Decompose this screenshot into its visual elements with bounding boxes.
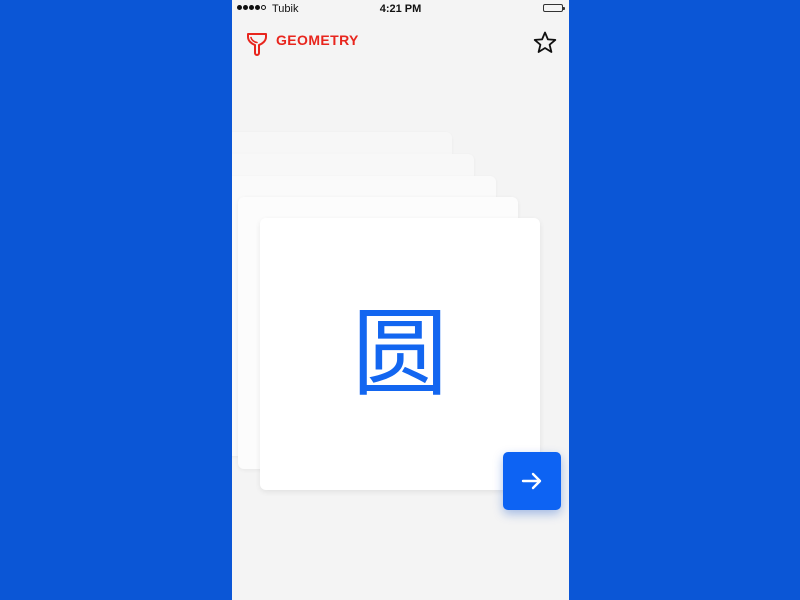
next-button[interactable] [503, 452, 561, 510]
arrow-right-icon [521, 472, 542, 490]
status-time: 4:21 PM [379, 3, 422, 15]
star-icon[interactable] [532, 30, 558, 56]
funnel-icon [247, 33, 267, 56]
flashcard[interactable]: 圆 [260, 218, 540, 490]
battery-icon [543, 4, 565, 12]
app-title: GEOMETRY [276, 32, 359, 48]
status-bar: Tubik 4:21 PM [232, 0, 569, 20]
app-header: GEOMETRY [232, 28, 569, 62]
phone-screen: Tubik 4:21 PM GEOMETRY 圆 [232, 0, 569, 600]
flashcard-character: 圆 [352, 298, 448, 410]
